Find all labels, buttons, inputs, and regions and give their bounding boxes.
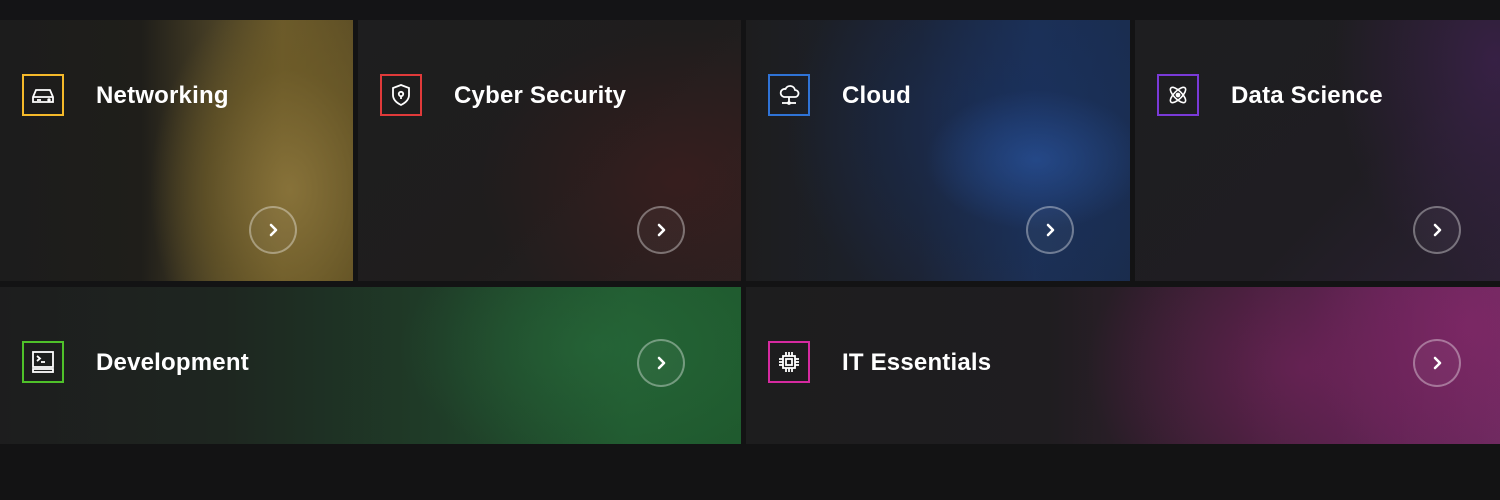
category-card-networking[interactable]: Networking [0,20,353,281]
chevron-right-icon [1433,223,1442,237]
terminal-icon [32,351,54,373]
category-card-cloud[interactable]: Cloud [746,20,1130,281]
open-category-button[interactable] [1413,206,1461,254]
it-essentials-icon-box [768,341,810,383]
chip-icon [779,352,799,372]
top-bar [0,0,1500,20]
card-background-image [746,20,1130,281]
category-grid: Networking Cyber Security Cloud Data Sci… [0,20,1500,444]
category-title: Cyber Security [454,82,627,109]
atom-icon [1169,86,1187,104]
open-category-button[interactable] [637,339,685,387]
cyber-security-icon-box [380,74,422,116]
category-card-data-science[interactable]: Data Science [1135,20,1500,281]
chevron-right-icon [1046,223,1055,237]
category-card-cyber-security[interactable]: Cyber Security [358,20,741,281]
chevron-right-icon [657,223,666,237]
category-card-development[interactable]: Development [0,287,741,444]
category-title: Cloud [842,82,911,109]
cloud-icon-box [768,74,810,116]
open-category-button[interactable] [1026,206,1074,254]
chevron-right-icon [269,223,278,237]
networking-icon-box [22,74,64,116]
open-category-button[interactable] [249,206,297,254]
card-background-image [0,20,353,281]
category-title: Development [96,349,249,376]
card-background-image [358,20,741,281]
data-science-icon-box [1157,74,1199,116]
development-icon-box [22,341,64,383]
router-icon [32,89,54,103]
category-title: Data Science [1231,82,1383,109]
cloud-network-icon [779,85,800,105]
category-title: Networking [96,82,229,109]
chevron-right-icon [657,356,666,370]
shield-lock-icon [392,84,410,107]
open-category-button[interactable] [1413,339,1461,387]
category-card-it-essentials[interactable]: IT Essentials [746,287,1500,444]
open-category-button[interactable] [637,206,685,254]
category-title: IT Essentials [842,349,992,376]
chevron-right-icon [1433,356,1442,370]
